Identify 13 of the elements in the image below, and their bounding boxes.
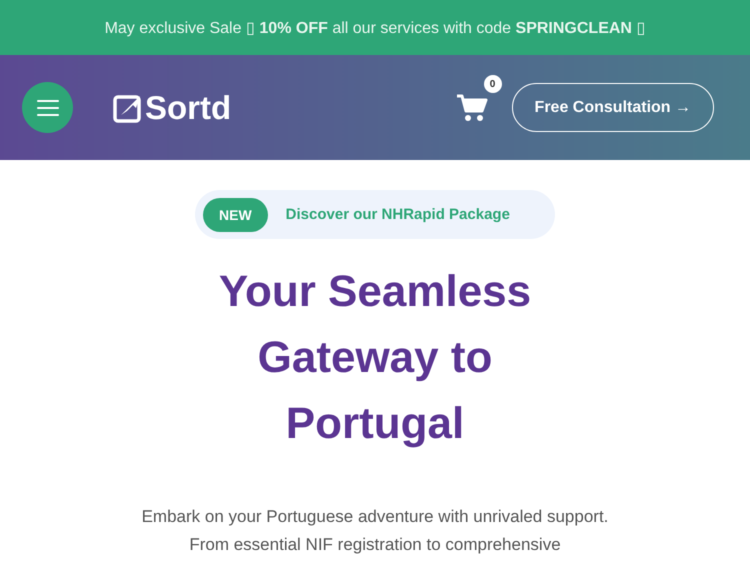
consultation-button[interactable]: Free Consultation →: [512, 83, 714, 132]
promo-text: May exclusive Sale ▯ 10% OFF all our services with code SPRINGCLEAN ▯: [104, 18, 646, 38]
logo-text[interactable]: Sortd: [145, 88, 232, 126]
logo-icon: [113, 92, 143, 122]
announcement-link[interactable]: Discover our NHRapid Package: [286, 206, 510, 223]
cart-count: 0: [484, 75, 502, 93]
hero-paragraph: Embark on your Portuguese adventure with unrivaled support. From essential NIF registration to comprehensive: [140, 506, 610, 556]
cart-icon[interactable]: [456, 93, 488, 123]
new-badge: NEW: [203, 198, 268, 232]
menu-button[interactable]: [22, 82, 73, 133]
hero-heading: Your Seamless Gateway to Portugal: [218, 266, 532, 450]
announcement-pill[interactable]: NEW Discover our NHRapid Package: [195, 190, 555, 239]
menu-icon: [36, 100, 58, 116]
